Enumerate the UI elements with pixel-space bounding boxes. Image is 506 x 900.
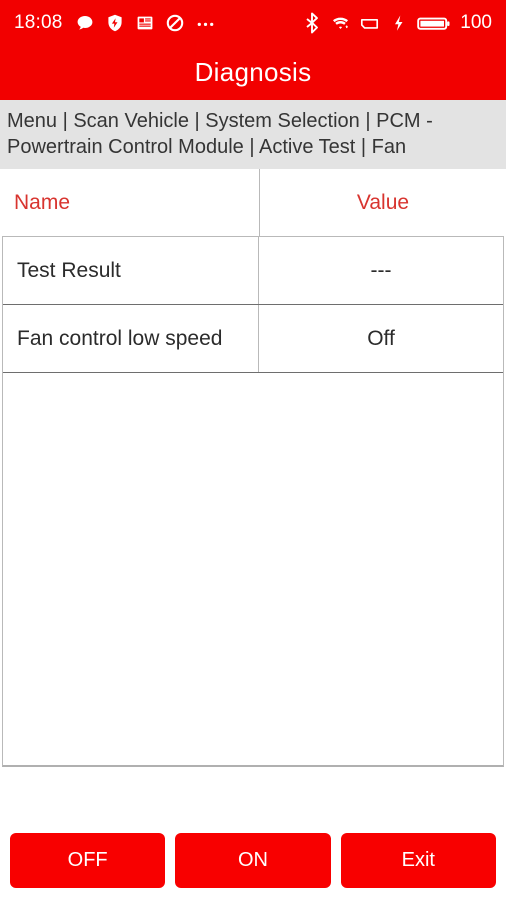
cell-value: --- bbox=[259, 237, 503, 304]
table-row[interactable]: Test Result --- bbox=[3, 237, 503, 305]
page-title: Diagnosis bbox=[194, 57, 312, 87]
action-button-bar: OFF ON Exit bbox=[0, 767, 506, 900]
status-bar-right: 100 bbox=[301, 12, 492, 33]
status-bar-left: 18:08 bbox=[14, 12, 216, 33]
off-button[interactable]: OFF bbox=[10, 833, 166, 888]
table-row[interactable]: Fan control low speed Off bbox=[3, 305, 503, 373]
row-name-label: Test Result bbox=[17, 258, 121, 282]
breadcrumb: Menu | Scan Vehicle | System Selection |… bbox=[0, 100, 506, 169]
cell-name: Test Result bbox=[3, 237, 259, 304]
table-header-row: Name Value bbox=[0, 169, 506, 236]
status-bar: 18:08 100 bbox=[0, 0, 506, 45]
sim-icon bbox=[359, 12, 380, 33]
charging-bolt-icon bbox=[388, 12, 409, 33]
on-button[interactable]: ON bbox=[175, 833, 331, 888]
app-screen: 18:08 100 Diagnosis Menu | Scan Vehicle … bbox=[0, 0, 506, 900]
wifi-icon bbox=[330, 12, 351, 33]
column-header-name-label: Name bbox=[14, 190, 71, 214]
column-header-name: Name bbox=[0, 169, 260, 236]
row-name-label: Fan control low speed bbox=[17, 326, 223, 350]
parameter-table: Name Value Test Result --- Fan control l… bbox=[0, 169, 506, 767]
app-title-bar: Diagnosis bbox=[0, 45, 506, 100]
cell-value: Off bbox=[259, 305, 503, 372]
status-clock: 18:08 bbox=[14, 12, 63, 33]
row-value-label: Off bbox=[367, 326, 395, 350]
cell-name: Fan control low speed bbox=[3, 305, 259, 372]
table-empty-area bbox=[3, 373, 503, 765]
table-body[interactable]: Test Result --- Fan control low speed Of… bbox=[2, 236, 504, 767]
exit-button[interactable]: Exit bbox=[340, 833, 496, 888]
more-icon bbox=[195, 12, 216, 33]
do-not-disturb-icon bbox=[165, 12, 186, 33]
battery-percent-label: 100 bbox=[460, 12, 492, 33]
column-header-value-label: Value bbox=[356, 190, 410, 214]
bluetooth-icon bbox=[301, 12, 322, 33]
battery-icon bbox=[417, 12, 451, 33]
shield-icon bbox=[105, 12, 126, 33]
message-icon bbox=[75, 12, 96, 33]
column-header-value: Value bbox=[260, 169, 506, 236]
news-icon bbox=[135, 12, 156, 33]
row-value-label: --- bbox=[370, 258, 392, 282]
